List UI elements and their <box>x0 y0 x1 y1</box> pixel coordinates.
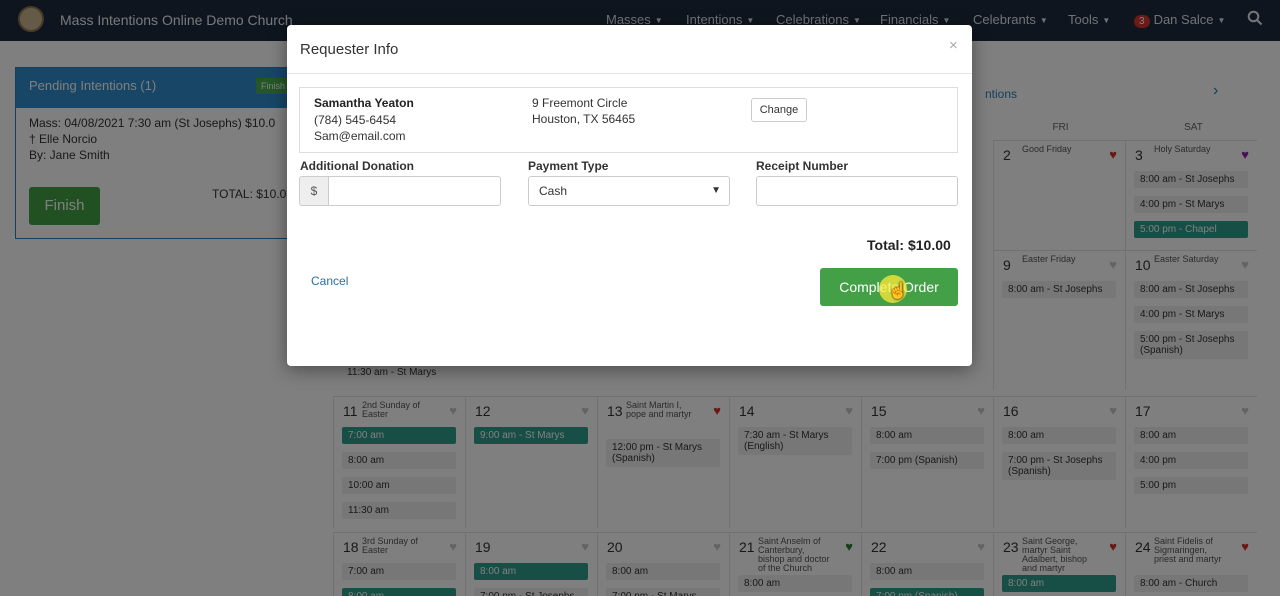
modal-title: Requester Info <box>300 41 399 58</box>
additional-donation-label: Additional Donation <box>300 159 414 173</box>
requester-info-box: Samantha Yeaton (784) 545-6454 Sam@email… <box>299 87 958 153</box>
cancel-link[interactable]: Cancel <box>311 274 348 288</box>
order-total: Total: $10.00 <box>867 237 951 253</box>
receipt-number-input[interactable] <box>756 176 958 206</box>
hand-pointer-icon: ☝ <box>888 283 908 300</box>
change-requester-button[interactable]: Change <box>751 98 807 122</box>
requester-info-modal: Requester Info × Samantha Yeaton (784) 5… <box>287 25 972 366</box>
currency-addon: $ <box>299 176 328 206</box>
payment-type-label: Payment Type <box>528 159 609 173</box>
requester-name: Samantha Yeaton <box>314 96 414 110</box>
requester-phone: (784) 545-6454 <box>314 113 397 127</box>
payment-type-select[interactable]: Cash ▼ <box>528 176 730 206</box>
receipt-number-label: Receipt Number <box>756 159 849 173</box>
additional-donation-input[interactable] <box>328 176 501 206</box>
chevron-down-icon: ▼ <box>711 185 721 196</box>
close-icon[interactable]: × <box>949 37 958 54</box>
requester-address-line2: Houston, TX 56465 <box>532 112 636 126</box>
modal-divider <box>287 73 972 74</box>
requester-email: Sam@email.com <box>314 129 406 143</box>
requester-address-line1: 9 Freemont Circle <box>532 96 628 110</box>
